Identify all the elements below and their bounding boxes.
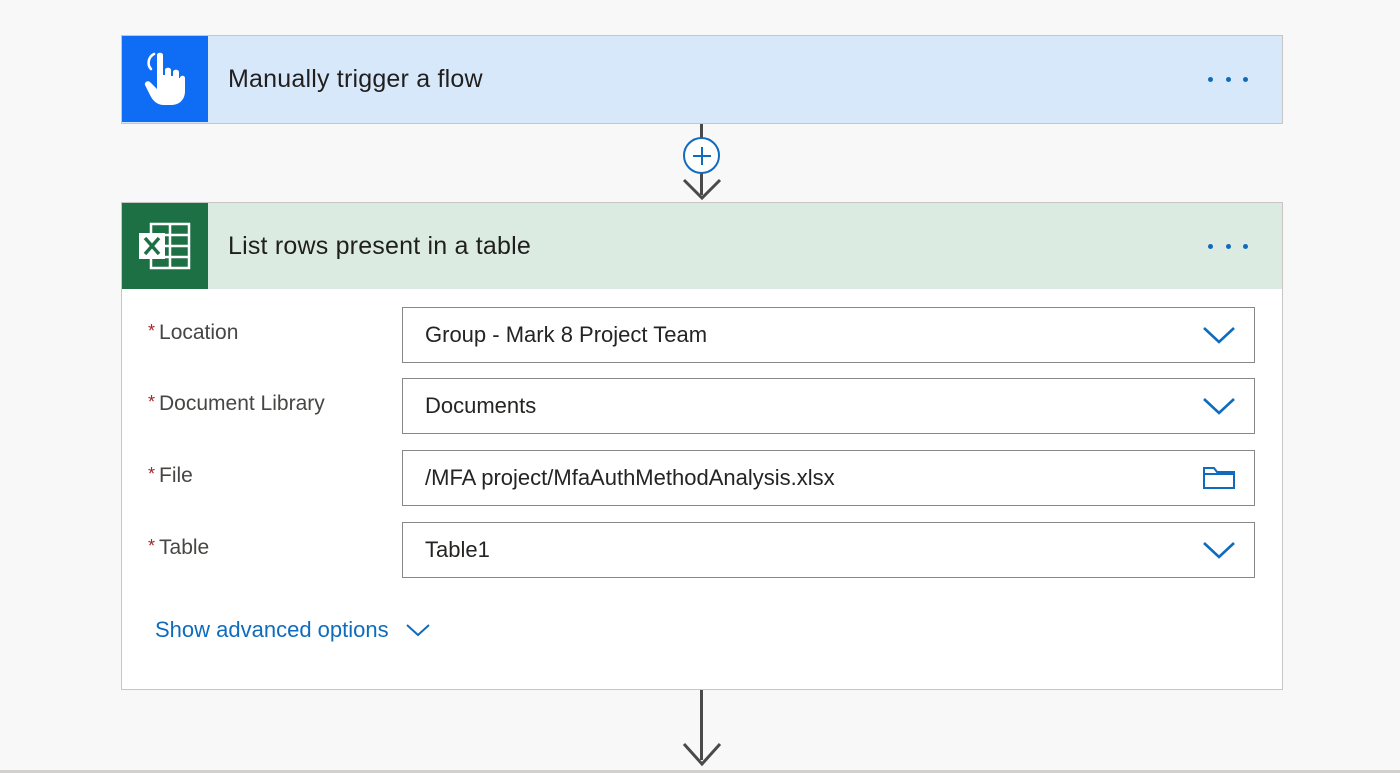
hand-pointer-icon — [122, 36, 208, 122]
field-label-text: File — [159, 464, 193, 487]
more-dot-icon — [1243, 243, 1248, 249]
field-value: /MFA project/MfaAuthMethodAnalysis.xlsx — [425, 465, 835, 490]
field-label-text: Table — [159, 536, 210, 559]
action-card: List rows present in a table * Location G… — [121, 202, 1283, 690]
more-dot-icon — [1225, 243, 1231, 249]
required-marker: * — [148, 321, 156, 341]
trigger-card[interactable]: Manually trigger a flow — [121, 35, 1283, 124]
show-advanced-options-link[interactable]: Show advanced options — [155, 617, 431, 643]
table-dropdown[interactable]: Table1 — [402, 522, 1255, 578]
field-document-library: * Document Library Documents — [122, 378, 1282, 434]
field-label-text: Location — [159, 321, 239, 344]
chevron-down-icon[interactable] — [1202, 537, 1236, 563]
field-value: Documents — [425, 393, 537, 418]
required-marker: * — [148, 464, 156, 484]
file-picker-input[interactable]: /MFA project/MfaAuthMethodAnalysis.xlsx — [402, 450, 1255, 506]
more-dot-icon — [1243, 76, 1248, 82]
chevron-down-icon — [405, 622, 431, 638]
field-label: * Location — [148, 321, 238, 345]
more-dot-icon — [1208, 243, 1213, 249]
field-label: * Table — [148, 536, 209, 560]
action-more-button[interactable] — [1208, 241, 1248, 251]
required-marker: * — [148, 536, 156, 556]
excel-icon — [122, 203, 208, 289]
more-dot-icon — [1225, 76, 1231, 82]
action-title: List rows present in a table — [228, 232, 531, 260]
trigger-card-header[interactable]: Manually trigger a flow — [122, 36, 1282, 122]
location-dropdown[interactable]: Group - Mark 8 Project Team — [402, 307, 1255, 363]
field-value: Table1 — [425, 537, 490, 562]
more-dot-icon — [1208, 76, 1213, 82]
field-label: * File — [148, 464, 193, 488]
add-step-button[interactable] — [683, 137, 720, 174]
chevron-down-icon[interactable] — [1202, 322, 1236, 348]
field-label: * Document Library — [148, 392, 325, 416]
required-marker: * — [148, 392, 156, 412]
trigger-title: Manually trigger a flow — [228, 65, 483, 93]
folder-icon[interactable] — [1202, 465, 1236, 491]
chevron-down-icon[interactable] — [1202, 393, 1236, 419]
arrow-down-icon — [682, 742, 722, 767]
document-library-dropdown[interactable]: Documents — [402, 378, 1255, 434]
field-file: * File /MFA project/MfaAuthMethodAnalysis… — [122, 450, 1282, 506]
action-card-header[interactable]: List rows present in a table — [122, 203, 1282, 289]
field-label-text: Document Library — [159, 392, 325, 415]
field-location: * Location Group - Mark 8 Project Team — [122, 307, 1282, 363]
arrow-down-icon — [682, 178, 722, 201]
plus-icon — [692, 146, 711, 165]
connector-line — [700, 124, 703, 138]
field-value: Group - Mark 8 Project Team — [425, 322, 708, 347]
advanced-options-label: Show advanced options — [155, 617, 389, 642]
field-table: * Table Table1 — [122, 522, 1282, 578]
trigger-more-button[interactable] — [1208, 74, 1248, 84]
